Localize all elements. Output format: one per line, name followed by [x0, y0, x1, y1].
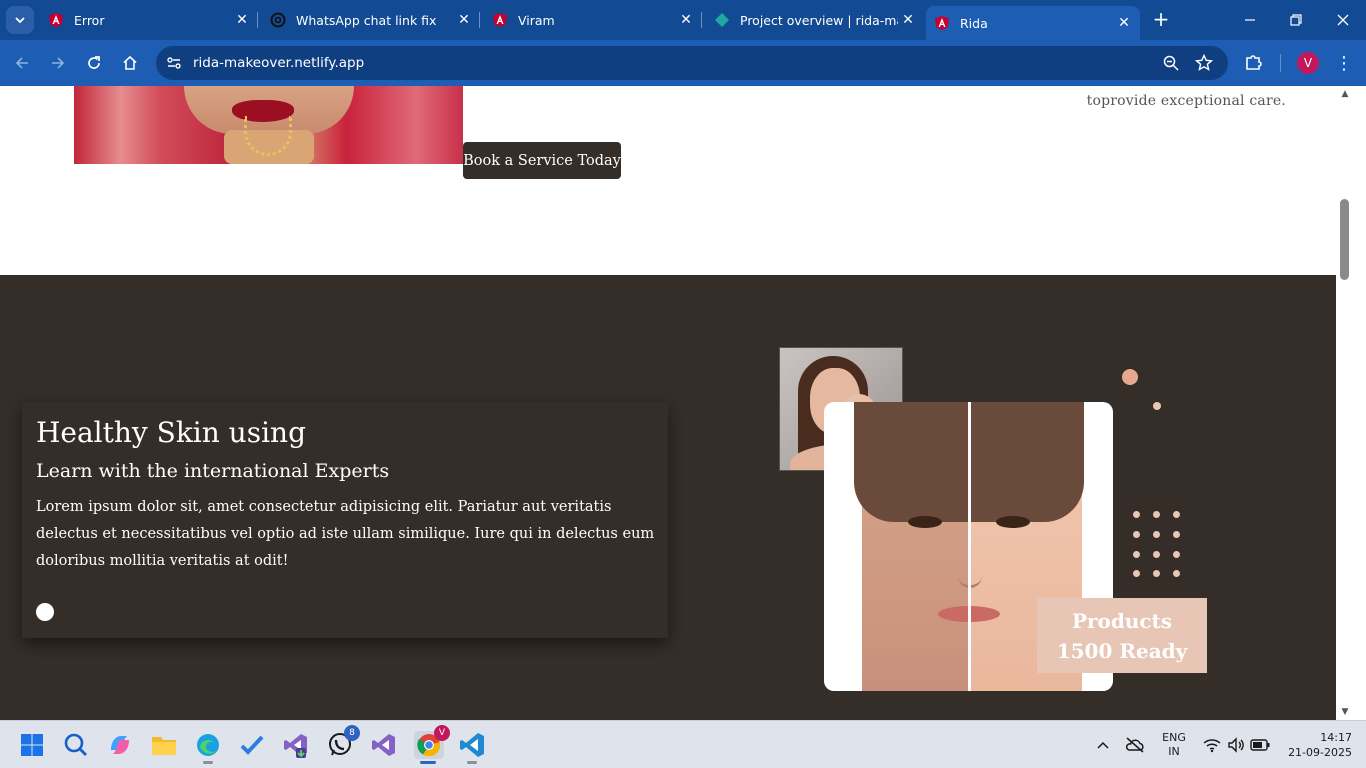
tab-error[interactable]: Error ✕: [46, 6, 252, 34]
address-bar[interactable]: rida-makeover.netlify.app: [156, 46, 1228, 80]
tab-whatsapp-chat-link-fix[interactable]: WhatsApp chat link fix ✕: [268, 6, 474, 34]
copilot-icon[interactable]: [106, 731, 134, 759]
browser-tab-strip: Error ✕ WhatsApp chat link fix ✕ Viram ✕…: [0, 0, 1366, 40]
angular-icon: [934, 15, 950, 31]
chevron-down-icon: [15, 17, 25, 24]
decorative-circle: [1122, 369, 1138, 385]
tab-title: WhatsApp chat link fix: [296, 12, 437, 28]
close-window-button[interactable]: [1331, 8, 1355, 32]
vscode-icon[interactable]: [458, 731, 486, 764]
whatsapp-icon[interactable]: 8: [326, 725, 360, 759]
arrow-right-icon: [52, 57, 65, 69]
tab-divider: [479, 12, 480, 28]
angular-icon: [48, 12, 64, 28]
close-icon[interactable]: ✕: [232, 10, 252, 30]
onedrive-offline-icon[interactable]: [1122, 731, 1148, 759]
close-icon: [1337, 14, 1349, 26]
feature-title: Healthy Skin using: [36, 416, 306, 449]
visual-studio-icon[interactable]: [282, 731, 310, 759]
active-app-indicator: [420, 761, 436, 764]
new-tab-button[interactable]: +: [1150, 7, 1172, 31]
tab-divider: [257, 12, 258, 28]
page-scrollbar[interactable]: [1336, 86, 1366, 720]
edge-icon[interactable]: [194, 731, 222, 764]
plus-icon: +: [1152, 7, 1170, 31]
scroll-up-arrow-icon[interactable]: ▲: [1340, 90, 1350, 99]
angular-icon: [492, 12, 508, 28]
profile-avatar[interactable]: V: [1297, 52, 1319, 74]
chrome-icon[interactable]: V: [414, 725, 450, 764]
care-tagline: toprovide exceptional care.: [1086, 93, 1286, 109]
scrollbar-thumb[interactable]: [1340, 199, 1349, 280]
minimize-button[interactable]: [1238, 8, 1262, 32]
todo-icon[interactable]: [238, 731, 266, 759]
feature-subtitle: Learn with the international Experts: [36, 460, 390, 482]
scroll-down-arrow-icon[interactable]: ▼: [1340, 708, 1350, 717]
zoom-icon[interactable]: [1162, 54, 1180, 72]
running-indicator: [203, 761, 213, 764]
openai-icon: [270, 12, 286, 28]
tab-title: Viram: [518, 12, 555, 28]
feature-description: Lorem ipsum dolor sit, amet consectetur …: [36, 499, 655, 569]
file-explorer-icon[interactable]: [150, 731, 178, 759]
badge-line-1: Products: [1071, 608, 1173, 633]
forward-button[interactable]: [46, 51, 70, 75]
volume-icon[interactable]: [1224, 731, 1248, 759]
close-icon[interactable]: ✕: [1114, 13, 1134, 33]
battery-icon[interactable]: [1248, 731, 1272, 759]
tab-project-overview[interactable]: Project overview | rida-make ✕: [712, 6, 918, 34]
close-icon[interactable]: ✕: [676, 10, 696, 30]
clock[interactable]: 14:17 21-09-2025: [1280, 730, 1352, 760]
language-indicator[interactable]: ENG IN: [1158, 731, 1190, 759]
home-button[interactable]: [118, 51, 142, 75]
show-hidden-icons-chevron-up-icon[interactable]: [1092, 731, 1114, 759]
reload-button[interactable]: [82, 51, 106, 75]
browser-toolbar: rida-makeover.netlify.app: [0, 40, 1366, 86]
wifi-icon[interactable]: [1200, 731, 1224, 759]
tab-title: Error: [74, 12, 105, 28]
feature-card: Healthy Skin using Learn with the intern…: [22, 402, 668, 638]
toolbar-divider: [1280, 54, 1281, 72]
windows-start-icon[interactable]: [18, 731, 46, 759]
bridal-makeup-image: [74, 86, 463, 164]
decorative-dot-grid: [1133, 511, 1183, 577]
tab-search-button[interactable]: [6, 6, 34, 34]
back-button[interactable]: [10, 51, 34, 75]
extensions-icon[interactable]: [1244, 52, 1264, 72]
site-settings-icon[interactable]: [166, 55, 182, 71]
badge-line-2: 1500 Ready: [1056, 638, 1188, 663]
tab-rida[interactable]: Rida ✕: [926, 6, 1140, 40]
home-icon: [123, 55, 137, 70]
tab-divider: [701, 12, 702, 28]
visual-studio-alt-icon[interactable]: [370, 731, 398, 759]
reload-icon: [88, 56, 100, 69]
restore-button[interactable]: [1284, 8, 1308, 32]
chrome-profile-badge: V: [434, 725, 450, 741]
restore-icon: [1290, 14, 1302, 26]
close-icon[interactable]: ✕: [454, 10, 474, 30]
browser-menu-icon[interactable]: ⋮: [1334, 52, 1354, 74]
close-icon[interactable]: ✕: [898, 10, 918, 30]
products-ready-badge: Products 1500 Ready: [1037, 598, 1207, 673]
running-indicator: [467, 761, 477, 764]
url-text: rida-makeover.netlify.app: [193, 55, 365, 71]
bookmark-star-icon[interactable]: [1195, 54, 1213, 72]
search-icon[interactable]: [62, 731, 90, 759]
tab-title: Rida: [960, 15, 988, 31]
decorative-circle: [1153, 402, 1161, 410]
tab-viram[interactable]: Viram ✕: [490, 6, 696, 34]
arrow-left-icon: [15, 57, 28, 69]
netlify-icon: [714, 12, 730, 28]
carousel-dot[interactable]: [36, 603, 54, 621]
clock-date: 21-09-2025: [1288, 746, 1352, 759]
whatsapp-unread-badge: 8: [344, 725, 360, 741]
windows-taskbar: 8 V ENG IN 14:17 21-09-2025: [0, 720, 1366, 768]
book-service-button[interactable]: Book a Service Today: [463, 142, 621, 179]
language-code: ENG: [1162, 731, 1186, 744]
clock-time: 14:17: [1320, 731, 1352, 744]
tab-title: Project overview | rida-make: [740, 12, 898, 28]
minimize-icon: [1245, 19, 1255, 21]
language-region: IN: [1168, 745, 1180, 758]
page-viewport: Book a Service Today toprovide exception…: [0, 86, 1336, 720]
